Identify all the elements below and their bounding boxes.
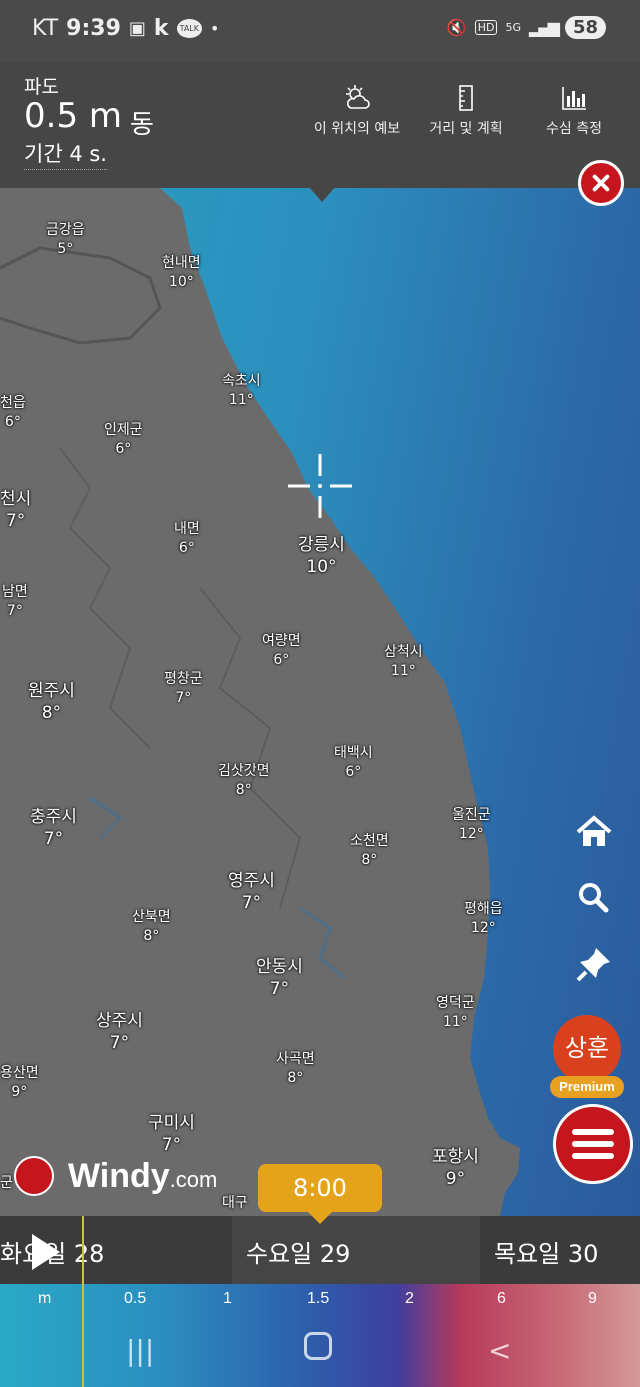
depth-measure-button[interactable]: 수심 측정 [540, 84, 608, 138]
city-label: 구미시 7° [148, 1113, 195, 1155]
city-label: 평창군 7° [164, 671, 203, 706]
city-label: 현내면 10° [162, 255, 201, 290]
talk-icon: TALK [176, 19, 203, 38]
header-pointer [308, 186, 336, 202]
city-label: 내면 6° [174, 521, 200, 556]
notification-dot: • [210, 19, 220, 38]
network-label: 5G [505, 21, 522, 34]
wave-direction: 동 [130, 110, 154, 140]
city-label: 인제군 6° [104, 422, 143, 457]
status-right: 🔇 HD 5G ▂▄▆ 58 [447, 16, 606, 39]
city-label: 충주시 7° [30, 807, 77, 849]
wave-period[interactable]: 기간 4 s. [24, 138, 107, 170]
legend-tick: 9 [588, 1290, 597, 1307]
forecast-here-button[interactable]: 이 위치의 예보 [312, 84, 402, 138]
city-label: 천읍 6° [0, 395, 26, 430]
city-label: 울진군 12° [452, 807, 491, 842]
menu-button[interactable] [553, 1104, 633, 1184]
city-label: 군 [0, 1175, 13, 1191]
city-label: 태백시 6° [334, 745, 373, 780]
pin-icon[interactable] [572, 942, 616, 986]
cloud-sun-icon [346, 85, 370, 109]
premium-badge: Premium [550, 1076, 624, 1098]
recent-apps-icon[interactable]: ||| [126, 1334, 154, 1367]
city-label: 용산면 9° [0, 1065, 39, 1100]
current-time-bubble[interactable]: 8:00 [258, 1164, 382, 1224]
timeline-cursor[interactable] [82, 1216, 84, 1387]
city-label: 여량면 6° [262, 633, 301, 668]
hd-icon: HD [474, 20, 498, 35]
search-icon[interactable] [572, 876, 616, 920]
city-label: 김삿갓면 8° [218, 763, 270, 798]
city-label: 강릉시 10° [298, 535, 345, 577]
k-app-icon: k [153, 16, 169, 41]
crosshair-icon [288, 454, 352, 518]
back-icon[interactable]: < [488, 1334, 511, 1367]
legend-tick: 2 [405, 1290, 414, 1307]
windy-wordmark: Windy.com [68, 1156, 218, 1195]
city-label: 안동시 7° [256, 957, 303, 999]
city-label: 대구 [222, 1195, 248, 1211]
home-icon[interactable] [572, 810, 616, 854]
distance-planning-button[interactable]: 거리 및 계획 [426, 84, 506, 138]
play-button[interactable] [32, 1234, 60, 1270]
city-label: 천시 7° [0, 489, 32, 531]
city-label: 소천면 8° [350, 833, 389, 868]
timeline-day[interactable]: 수요일 29 [246, 1234, 350, 1269]
user-avatar[interactable]: 상훈 [553, 1015, 621, 1083]
legend-tick: 0.5 [124, 1290, 147, 1307]
legend-tick: 1.5 [307, 1290, 330, 1307]
wave-height-value: 0.5 m [24, 96, 122, 136]
city-label: 남면 7° [2, 584, 28, 619]
wave-info-header: 파도 0.5 m 동 기간 4 s. 이 위치의 예보 거리 및 계획 수심 측… [0, 62, 640, 202]
forecast-here-label: 이 위치의 예보 [313, 121, 401, 137]
city-label: 속초시 11° [222, 373, 261, 408]
carrier-label: KT [32, 16, 59, 41]
screenshot-icon: ▣ [128, 18, 146, 39]
layer-label: 파도 [24, 76, 59, 98]
battery-indicator: 58 [564, 16, 606, 39]
distance-planning-label: 거리 및 계획 [429, 121, 503, 137]
timeline-bar[interactable]: 화요일 28 수요일 29 목요일 30 [0, 1216, 640, 1284]
windy-logo: Windy.com [14, 1156, 217, 1196]
city-label: 금강읍 5° [46, 222, 85, 257]
city-label: 영주시 7° [228, 871, 275, 913]
city-label: 사곡면 8° [276, 1051, 315, 1086]
mute-icon: 🔇 [446, 18, 467, 37]
home-nav-icon[interactable] [304, 1332, 332, 1360]
timeline-day[interactable]: 목요일 30 [494, 1234, 598, 1269]
map-view[interactable]: 금강읍 5° 현내면 10° 속초시 11° 천읍 6° 인제군 6° 천시 7° 내면 6°… [0, 188, 640, 1216]
city-label: 산북면 8° [132, 909, 171, 944]
clock: 9:39 [66, 16, 121, 41]
legend-tick: 6 [497, 1290, 506, 1307]
city-label: 영덕군 11° [436, 995, 475, 1030]
city-label: 상주시 7° [96, 1011, 143, 1053]
windy-logo-mark [14, 1156, 54, 1196]
depth-measure-label: 수심 측정 [546, 121, 602, 137]
bar-chart-icon [562, 87, 586, 110]
ruler-icon [459, 85, 473, 111]
city-label: 삼척시 11° [384, 644, 423, 679]
status-bar: KT 9:39 ▣ k TALK • 🔇 HD 5G ▂▄▆ 58 [0, 0, 640, 62]
legend-tick: 1 [223, 1290, 232, 1307]
city-label: 원주시 8° [28, 681, 75, 723]
city-label: 포항시 9° [432, 1147, 479, 1189]
land-mass [0, 188, 520, 1216]
legend-unit: m [38, 1290, 52, 1307]
status-left: KT 9:39 ▣ k TALK • [32, 16, 219, 41]
city-label: 평해읍 12° [464, 901, 503, 936]
system-nav-bar: ||| < [0, 1310, 640, 1387]
signal-icon: ▂▄▆ [529, 18, 560, 37]
close-button[interactable] [578, 160, 624, 206]
